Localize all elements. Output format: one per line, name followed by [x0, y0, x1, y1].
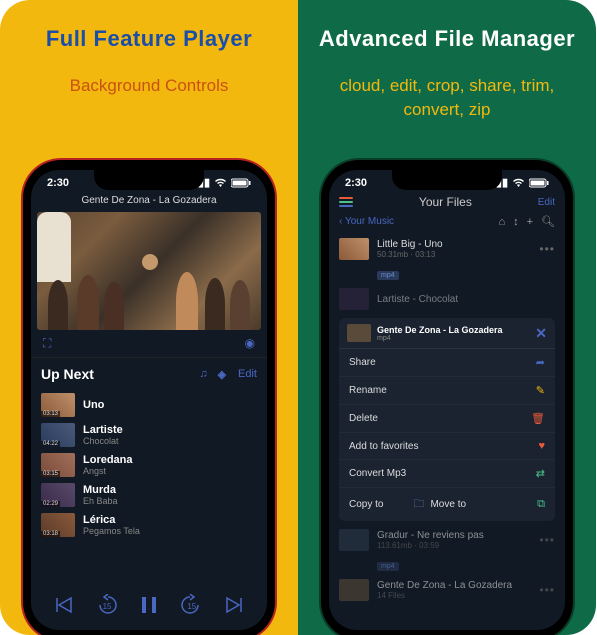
fullscreen-icon[interactable]: ⛶ — [43, 336, 51, 351]
heart-icon: ♥ — [538, 440, 545, 452]
phone-frame: 2:30 ▮▮▮▮ Your Files Edit ‹ Your Music ⌂… — [321, 160, 573, 635]
shuffle-icon[interactable]: ♫ — [199, 368, 207, 380]
prev-track-button[interactable] — [55, 596, 75, 614]
pause-button[interactable] — [140, 595, 158, 615]
action-share[interactable]: Share➦ — [339, 349, 555, 377]
sort-icon[interactable]: ↕ — [513, 216, 519, 228]
playback-controls: 15 15 — [31, 586, 267, 624]
add-icon[interactable]: + — [527, 216, 533, 228]
phone-screen: 2:30 ▮▮▮▮ Your Files Edit ‹ Your Music ⌂… — [329, 170, 565, 630]
queue-item[interactable]: 02:29 MurdaEh Baba — [31, 480, 267, 510]
video-player[interactable] — [37, 212, 261, 330]
action-delete[interactable]: Delete🗑 — [339, 405, 555, 433]
file-row[interactable]: Lartiste - Chocolat — [329, 284, 565, 314]
close-icon[interactable]: ✕ — [535, 325, 547, 342]
home-icon[interactable]: ⌂ — [498, 216, 505, 228]
promo-title: Advanced File Manager — [298, 26, 596, 52]
battery-icon — [231, 178, 251, 188]
action-convert[interactable]: Convert Mp3⇄ — [339, 460, 555, 488]
settings-icon[interactable] — [339, 197, 353, 207]
promo-panel-filemanager: Advanced File Manager cloud, edit, crop,… — [298, 0, 596, 635]
trash-icon: 🗑 — [531, 412, 545, 425]
file-row[interactable]: Little Big - Uno50.31mb · 03:13 ••• — [329, 234, 565, 264]
copy-icon: ⧉ — [537, 498, 545, 511]
action-favorite[interactable]: Add to favorites♥ — [339, 433, 555, 460]
more-icon[interactable]: ••• — [539, 533, 555, 547]
wifi-icon — [512, 178, 525, 188]
action-rename[interactable]: Rename✎ — [339, 377, 555, 405]
more-icon[interactable]: ••• — [539, 583, 555, 597]
edit-queue-button[interactable]: Edit — [238, 368, 257, 380]
skip-fwd-button[interactable]: 15 — [178, 594, 202, 616]
queue-item[interactable]: 03:15 LoredanaAngst — [31, 450, 267, 480]
breadcrumb-bar: ‹ Your Music ⌂ ↕ + 🔍︎ — [329, 213, 565, 234]
queue-list: 03:13 Uno 04:22 LartisteChocolat 03:15 L… — [31, 390, 267, 540]
phone-frame: 2:30 ▮▮▮▮ Gente De Zona - La Gozadera — [23, 160, 275, 635]
status-time: 2:30 — [345, 177, 367, 189]
skip-back-button[interactable]: 15 — [96, 594, 120, 616]
search-icon[interactable]: 🔍︎ — [541, 215, 555, 228]
file-badge: mp4 — [377, 271, 399, 280]
wifi-icon — [214, 178, 227, 188]
status-time: 2:30 — [47, 177, 69, 189]
popup-header: Gente De Zona - La Gozaderamp4 ✕ — [339, 318, 555, 349]
queue-item[interactable]: 03:13 Uno — [31, 390, 267, 420]
file-badge: mp4 — [377, 562, 399, 571]
folder-icon: 🗀 — [413, 495, 424, 514]
queue-item[interactable]: 04:22 LartisteChocolat — [31, 420, 267, 450]
share-icon: ➦ — [536, 356, 545, 369]
promo-title: Full Feature Player — [0, 26, 298, 52]
file-row[interactable]: Gradur - Ne reviens pas113.61mb · 03:59 … — [329, 525, 565, 555]
file-actions-popup: Gente De Zona - La Gozaderamp4 ✕ Share➦ … — [339, 318, 555, 521]
next-track-button[interactable] — [223, 596, 243, 614]
up-next-label: Up Next — [41, 366, 189, 382]
action-copymove[interactable]: Copy to 🗀Move to ⧉ — [339, 488, 555, 521]
convert-icon: ⇄ — [536, 467, 545, 480]
battery-icon — [529, 178, 549, 188]
promo-subtitle: Background Controls — [0, 74, 298, 98]
promo-subtitle: cloud, edit, crop, share, trim, convert,… — [298, 74, 596, 122]
up-next-header: Up Next ♫ ◈ Edit — [31, 357, 267, 390]
promo-panel-player: Full Feature Player Background Controls … — [0, 0, 298, 635]
popup-thumb — [347, 324, 371, 342]
queue-item[interactable]: 03:18 LéricaPegamos Tela — [31, 510, 267, 540]
notch — [94, 170, 204, 190]
airplay-icon[interactable]: ◈ — [218, 368, 226, 381]
file-row[interactable]: Gente De Zona - La Gozadera14 Files ••• — [329, 575, 565, 605]
notch — [392, 170, 502, 190]
cast-icon[interactable]: ◉ — [245, 336, 255, 351]
more-icon[interactable]: ••• — [539, 242, 555, 256]
phone-screen: 2:30 ▮▮▮▮ Gente De Zona - La Gozadera — [31, 170, 267, 630]
rename-icon: ✎ — [536, 384, 545, 397]
header-title: Your Files — [353, 195, 538, 209]
now-playing-title: Gente De Zona - La Gozadera — [31, 191, 267, 212]
back-button[interactable]: ‹ Your Music — [339, 216, 394, 227]
file-header: Your Files Edit — [329, 191, 565, 213]
edit-files-button[interactable]: Edit — [538, 197, 555, 208]
